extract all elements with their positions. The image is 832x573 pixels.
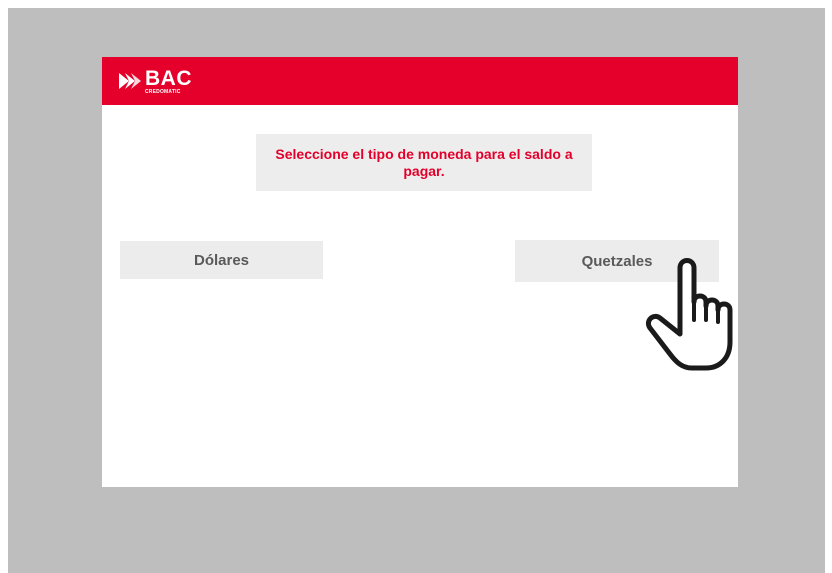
header-bar: BAC CREDOMATIC <box>102 57 738 105</box>
instruction-text: Seleccione el tipo de moneda para el sal… <box>275 145 573 179</box>
logo-text: BAC CREDOMATIC <box>145 68 192 95</box>
pointing-hand-icon <box>645 258 733 371</box>
bac-logo-icon <box>119 73 141 89</box>
instruction-box: Seleccione el tipo de moneda para el sal… <box>256 134 592 191</box>
logo-brand: BAC <box>145 66 192 90</box>
logo-subtitle: CREDOMATIC <box>145 88 181 95</box>
dolares-button[interactable]: Dólares <box>120 241 323 279</box>
bac-logo: BAC CREDOMATIC <box>119 65 192 97</box>
